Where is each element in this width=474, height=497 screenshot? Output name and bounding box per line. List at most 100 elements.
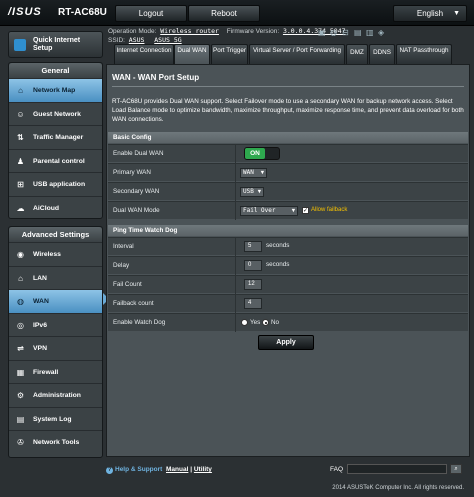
- general-title: General: [9, 63, 102, 78]
- allow-failback-checkbox[interactable]: ✓: [302, 207, 309, 214]
- ssid-5g[interactable]: ASUS_5G: [154, 36, 181, 44]
- wps-icon[interactable]: ◈: [378, 29, 386, 37]
- sidebar-item-vpn[interactable]: ⇌ VPN: [9, 336, 102, 360]
- tab-internet-connection[interactable]: Internet Connection: [114, 44, 174, 64]
- tab-nat-passthrough[interactable]: NAT Passthrough: [396, 44, 452, 64]
- network-tools-icon: ✇: [17, 438, 24, 447]
- watch-dog-label: Enable Watch Dog: [113, 319, 166, 326]
- quick-internet-setup-button[interactable]: Quick Internet Setup: [8, 31, 103, 58]
- failback-count-row: Failback count 4: [108, 294, 468, 313]
- fail-count-input[interactable]: 12: [244, 279, 262, 290]
- failback-count-label: Failback count: [113, 300, 154, 307]
- sidebar-item-aicloud[interactable]: ☁ AiCloud: [9, 195, 102, 220]
- secondary-wan-row: Secondary WAN USB ▼: [108, 182, 468, 201]
- sidebar-item-network-map[interactable]: ⌂ Network Map: [9, 78, 102, 102]
- usb-device-icon[interactable]: ▥: [366, 29, 374, 37]
- lan-icon: ⌂: [18, 273, 23, 283]
- help-label: Help & Support: [115, 466, 163, 473]
- sidebar-item-label: Network Map: [33, 87, 76, 94]
- quick-setup-label: Quick Internet Setup: [33, 37, 81, 52]
- vpn-icon: ⇌: [17, 344, 24, 353]
- sidebar-item-usb-application[interactable]: ⊞ USB application: [9, 172, 102, 196]
- fail-count-label: Fail Count: [113, 281, 142, 288]
- chevron-down-icon: ▼: [257, 189, 261, 195]
- general-menu: General ⌂ Network Map ☺ Guest Network ⇅ …: [8, 62, 103, 219]
- chevron-down-icon: ▼: [260, 170, 264, 176]
- language-select[interactable]: English ▼: [393, 5, 467, 22]
- watch-dog-yes-radio[interactable]: [241, 319, 248, 326]
- search-icon[interactable]: ⌕: [450, 464, 462, 474]
- tab-dmz[interactable]: DMZ: [346, 44, 368, 64]
- sidebar-item-lan[interactable]: ⌂ LAN: [9, 265, 102, 290]
- utility-link[interactable]: Utility: [194, 466, 212, 473]
- page-title: WAN - WAN Port Setup: [112, 73, 200, 82]
- sidebar-item-label: WAN: [33, 298, 49, 305]
- ssid-2g[interactable]: ASUS: [129, 36, 145, 44]
- guest-network-icon: ☺: [16, 109, 25, 119]
- faq-search-input[interactable]: [347, 464, 447, 474]
- sidebar-item-guest-network[interactable]: ☺ Guest Network: [9, 101, 102, 126]
- watch-dog-no-radio[interactable]: [262, 319, 269, 326]
- info-bar: Operation Mode: Wireless router Firmware…: [108, 27, 474, 44]
- sidebar-item-parental-control[interactable]: ♟ Parental control: [9, 148, 102, 173]
- sidebar-item-label: Network Tools: [33, 439, 80, 446]
- sidebar-item-wireless[interactable]: ◉ Wireless: [9, 242, 102, 266]
- sidebar-item-administration[interactable]: ⚙ Administration: [9, 383, 102, 407]
- sidebar-item-system-log[interactable]: ▤ System Log: [9, 406, 102, 431]
- lock-icon[interactable]: ▣: [318, 29, 326, 37]
- footer: ? Help & Support Manual | Utility FAQ ⌕: [106, 463, 474, 477]
- usb-status-icon[interactable]: ⊟: [342, 29, 350, 37]
- primary-wan-select[interactable]: WAN ▼: [240, 168, 267, 178]
- logout-button[interactable]: Logout: [115, 5, 187, 22]
- sidebar-item-label: Administration: [33, 392, 81, 399]
- apply-button[interactable]: Apply: [258, 335, 314, 350]
- system-log-icon: ▤: [16, 414, 25, 424]
- enable-dual-wan-row: Enable Dual WAN ON: [108, 144, 468, 163]
- dual-wan-toggle[interactable]: ON: [244, 147, 280, 160]
- watch-dog-yes-label: Yes: [250, 319, 261, 326]
- sidebar-item-wan[interactable]: ◍ WAN: [9, 289, 102, 313]
- wireless-icon: ◉: [17, 250, 24, 259]
- sidebar-item-ipv6[interactable]: ◎ IPv6: [9, 312, 102, 337]
- primary-wan-row: Primary WAN WAN ▼: [108, 163, 468, 182]
- interval-row: Interval 5 seconds: [108, 237, 468, 256]
- usb-icon: ⊞: [17, 180, 24, 189]
- secondary-wan-select[interactable]: USB ▼: [240, 187, 264, 197]
- firewall-icon: ▦: [16, 367, 25, 377]
- allow-failback-label: Allow failback: [311, 207, 348, 213]
- op-mode-link[interactable]: Wireless router: [160, 27, 219, 35]
- internet-status-icon[interactable]: ◍: [330, 29, 338, 37]
- secondary-wan-label: Secondary WAN: [113, 188, 160, 195]
- quick-setup-icon: [14, 39, 26, 51]
- failback-count-input[interactable]: 4: [244, 298, 262, 309]
- sidebar-item-label: USB application: [33, 181, 86, 188]
- watch-dog-row: Enable Watch Dog Yes No: [108, 313, 468, 332]
- reboot-button[interactable]: Reboot: [188, 5, 260, 22]
- copyright: 2014 ASUSTeK Computer Inc. All rights re…: [332, 485, 464, 491]
- tab-dual-wan[interactable]: Dual WAN: [174, 44, 210, 64]
- footer-links: Manual | Utility: [166, 466, 212, 473]
- advanced-settings-menu: Advanced Settings ◉ Wireless ⌂ LAN ◍ WAN…: [8, 226, 103, 458]
- tab-virtual-server[interactable]: Virtual Server / Port Forwarding: [249, 44, 345, 64]
- manual-link[interactable]: Manual: [166, 466, 188, 473]
- tab-port-trigger[interactable]: Port Trigger: [211, 44, 248, 64]
- delay-input[interactable]: 0: [244, 260, 262, 271]
- parental-control-icon: ♟: [16, 156, 25, 166]
- interval-input[interactable]: 5: [244, 241, 262, 252]
- interval-label: Interval: [113, 243, 134, 250]
- help-support[interactable]: ? Help & Support: [106, 466, 162, 474]
- fail-count-row: Fail Count 12: [108, 275, 468, 294]
- tab-ddns[interactable]: DDNS: [369, 44, 395, 64]
- dual-wan-mode-select[interactable]: Fail Over ▼: [240, 206, 298, 216]
- sidebar-item-label: AiCloud: [33, 204, 60, 212]
- chevron-down-icon: ▼: [453, 10, 460, 17]
- title-divider: [112, 86, 464, 87]
- sidebar-item-traffic-manager[interactable]: ⇅ Traffic Manager: [9, 125, 102, 149]
- sidebar-item-firewall[interactable]: ▦ Firewall: [9, 359, 102, 384]
- sidebar-item-network-tools[interactable]: ✇ Network Tools: [9, 430, 102, 454]
- chevron-down-icon: ▼: [291, 208, 295, 214]
- printer-icon[interactable]: ▤: [354, 29, 362, 37]
- primary-wan-label: Primary WAN: [113, 169, 151, 176]
- language-value: English: [416, 9, 444, 18]
- help-icon: ?: [106, 467, 113, 474]
